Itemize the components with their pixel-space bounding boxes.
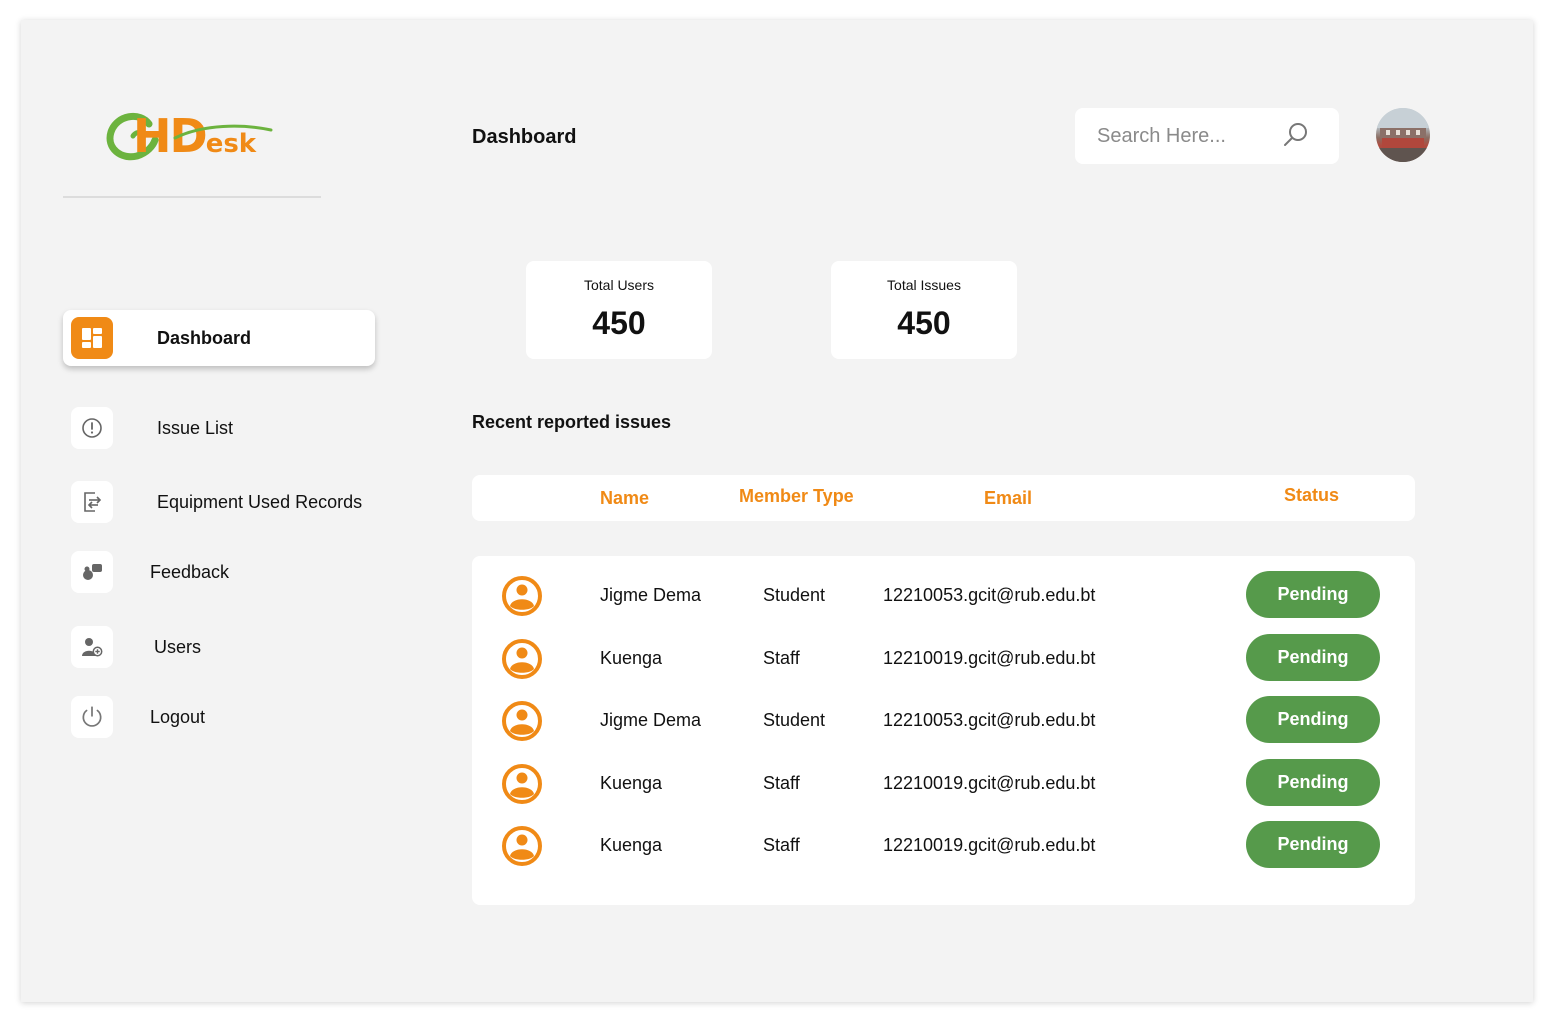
cell-email: 12210053.gcit@rub.edu.bt	[883, 710, 1096, 730]
cell-member-type: Staff	[763, 648, 800, 668]
cell-name: Jigme Dema	[600, 585, 702, 605]
sidebar-item-label: Equipment Used Records	[157, 491, 363, 512]
logo-divider	[63, 196, 321, 198]
search-box[interactable]	[1075, 108, 1339, 164]
column-header-member-type: Member Type	[739, 486, 854, 506]
sidebar-item-label: Logout	[150, 706, 206, 727]
sidebar-item-feedback[interactable]: Feedback	[63, 544, 375, 600]
stat-label: Total Issues	[887, 277, 961, 293]
cell-email: 12210053.gcit@rub.edu.bt	[883, 585, 1096, 605]
sidebar-item-label: Issue List	[157, 417, 234, 438]
user-add-icon	[71, 626, 113, 668]
app-window: HDesk Dashboard Search Here... Dashboard…	[21, 20, 1533, 1002]
table-row[interactable]: Kuenga Staff 12210019.gcit@rub.edu.bt Pe…	[472, 821, 1415, 871]
dashboard-icon	[71, 317, 113, 359]
sidebar-item-equipment-records[interactable]: Equipment Used Records	[63, 474, 375, 530]
user-avatar-icon	[502, 826, 542, 866]
cell-member-type: Student	[763, 585, 826, 605]
user-avatar-icon	[502, 764, 542, 804]
column-header-email: Email	[984, 488, 1033, 508]
file-transfer-icon	[71, 481, 113, 523]
user-avatar-icon	[502, 639, 542, 679]
cell-email: 12210019.gcit@rub.edu.bt	[883, 835, 1096, 855]
status-badge[interactable]: Pending	[1246, 634, 1380, 681]
table-header: Name Member Type Email Status	[472, 475, 1415, 521]
table-row[interactable]: Kuenga Staff 12210019.gcit@rub.edu.bt Pe…	[472, 634, 1415, 684]
sidebar-item-label: Users	[154, 636, 202, 657]
feedback-icon	[71, 551, 113, 593]
cell-email: 12210019.gcit@rub.edu.bt	[883, 648, 1096, 668]
sidebar-item-issue-list[interactable]: Issue List	[63, 400, 375, 456]
table-row[interactable]: Kuenga Staff 12210019.gcit@rub.edu.bt Pe…	[472, 759, 1415, 809]
cell-name: Jigme Dema	[600, 710, 702, 730]
status-badge[interactable]: Pending	[1246, 696, 1380, 743]
stat-label: Total Users	[583, 277, 655, 293]
page-title: Dashboard	[472, 126, 577, 148]
cell-member-type: Student	[763, 710, 826, 730]
section-title: Recent reported issues	[472, 412, 672, 432]
status-badge[interactable]: Pending	[1246, 821, 1380, 868]
sidebar-item-dashboard[interactable]: Dashboard	[63, 310, 375, 366]
user-avatar-icon	[502, 576, 542, 616]
stat-value: 450	[592, 305, 646, 341]
profile-photo	[1376, 108, 1430, 162]
column-header-name: Name	[600, 488, 650, 508]
sidebar-item-logout[interactable]: Logout	[63, 689, 375, 745]
cell-name: Kuenga	[600, 648, 663, 668]
table-row[interactable]: Jigme Dema Student 12210053.gcit@rub.edu…	[472, 571, 1415, 621]
stat-value: 450	[897, 305, 951, 341]
cell-email: 12210019.gcit@rub.edu.bt	[883, 773, 1096, 793]
power-icon	[71, 696, 113, 738]
sidebar-item-users[interactable]: Users	[63, 619, 375, 675]
stat-card-total-issues: Total Issues 450	[831, 261, 1017, 359]
status-badge[interactable]: Pending	[1246, 759, 1380, 806]
stat-card-total-users: Total Users 450	[526, 261, 712, 359]
sidebar-item-label: Feedback	[150, 561, 230, 582]
cell-member-type: Staff	[763, 835, 800, 855]
table-row[interactable]: Jigme Dema Student 12210053.gcit@rub.edu…	[472, 696, 1415, 746]
cell-name: Kuenga	[600, 835, 663, 855]
profile-avatar[interactable]	[1376, 108, 1430, 162]
cell-member-type: Staff	[763, 773, 800, 793]
column-header-status: Status	[1284, 485, 1340, 505]
status-badge[interactable]: Pending	[1246, 571, 1380, 618]
user-avatar-icon	[502, 701, 542, 741]
search-input[interactable]	[1097, 122, 1287, 150]
sidebar-item-label: Dashboard	[157, 327, 252, 348]
logo-leaf-icon	[173, 124, 273, 140]
cell-name: Kuenga	[600, 773, 663, 793]
issues-table: Jigme Dema Student 12210053.gcit@rub.edu…	[472, 556, 1415, 905]
alert-circle-icon	[71, 407, 113, 449]
logo[interactable]: HDesk	[103, 106, 293, 166]
search-icon[interactable]	[1281, 120, 1311, 150]
